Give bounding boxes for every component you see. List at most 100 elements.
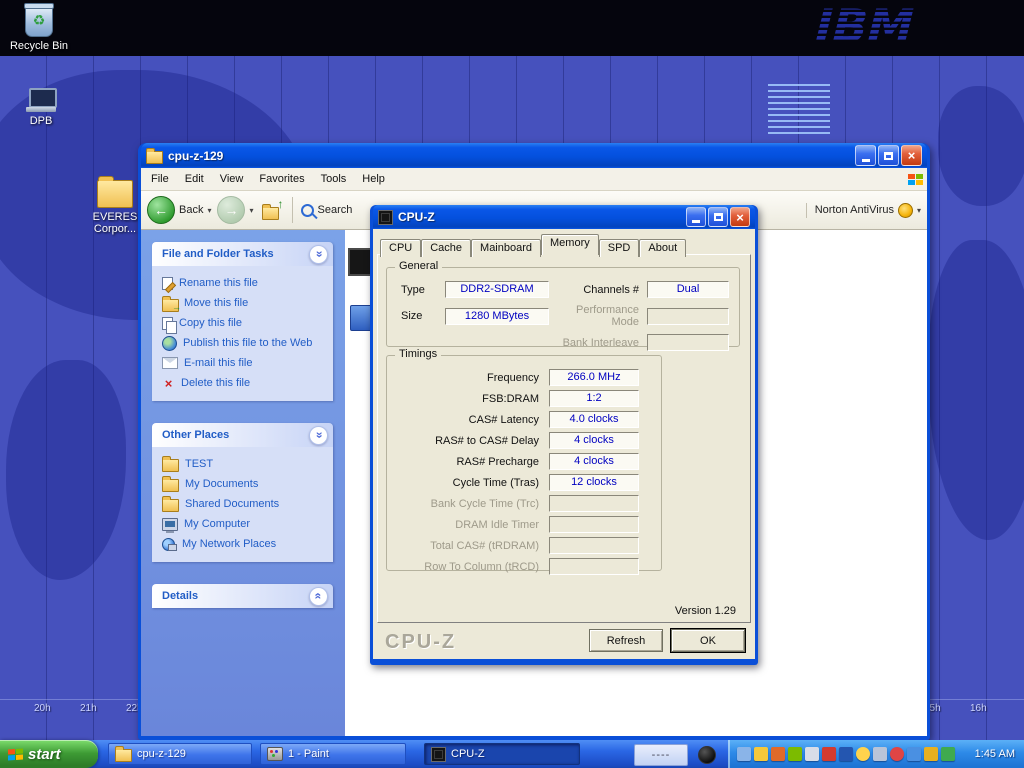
tray-icon[interactable] (890, 747, 904, 761)
tray-icon[interactable] (737, 747, 751, 761)
desktop-icon-recycle-bin[interactable]: Recycle Bin (6, 5, 72, 52)
tab-cache[interactable]: Cache (421, 239, 471, 257)
forward-dropdown-icon[interactable]: ▾ (249, 206, 253, 215)
cpuz-titlebar[interactable]: CPU-Z × (373, 205, 755, 229)
back-icon: ← (147, 196, 175, 224)
back-dropdown-icon[interactable]: ▾ (207, 206, 211, 215)
tab-memory[interactable]: Memory (541, 234, 599, 255)
maximize-button[interactable] (878, 145, 899, 166)
tray-icon[interactable] (856, 747, 870, 761)
menu-file[interactable]: File (143, 170, 177, 188)
forward-button[interactable]: → ▾ (217, 196, 253, 224)
up-button[interactable]: ↑ (260, 199, 284, 221)
chevron-down-icon[interactable]: « (309, 587, 328, 606)
folder-icon (115, 749, 132, 762)
menu-edit[interactable]: Edit (177, 170, 212, 188)
cpuz-tabs: CPU Cache Mainboard Memory SPD About (380, 233, 686, 255)
menu-help[interactable]: Help (354, 170, 393, 188)
folder-icon (97, 180, 133, 208)
taskbar-item-cpuz[interactable]: CPU-Z (424, 743, 580, 765)
taskbar-clock[interactable]: 1:45 AM (975, 748, 1015, 760)
chevron-up-icon[interactable]: « (309, 426, 328, 445)
norton-dropdown-icon[interactable]: ▾ (917, 206, 921, 215)
task-group-header[interactable]: Details « (152, 584, 333, 608)
menu-favorites[interactable]: Favorites (251, 170, 312, 188)
refresh-button[interactable]: Refresh (589, 629, 663, 652)
tray-icon[interactable] (805, 747, 819, 761)
place-test[interactable]: TEST (162, 454, 327, 474)
close-button[interactable]: × (730, 207, 750, 227)
task-email-file[interactable]: E-mail this file (162, 353, 327, 373)
desktop-icon-dpb[interactable]: DPB (8, 88, 74, 127)
timing-value: 4 clocks (549, 453, 639, 470)
channels-label: Channels # (557, 284, 639, 296)
search-label: Search (318, 204, 353, 216)
task-delete-file[interactable]: × Delete this file (162, 373, 327, 393)
tray-icon[interactable] (822, 747, 836, 761)
explorer-titlebar[interactable]: cpu-z-129 × (141, 143, 927, 168)
timing-label: CAS# Latency (387, 414, 549, 426)
laptop-icon (26, 88, 56, 112)
timing-label: Total CAS# (tRDRAM) (387, 540, 549, 552)
place-my-computer[interactable]: My Computer (162, 514, 327, 534)
chevron-up-icon[interactable]: « (309, 245, 328, 264)
timing-value: 12 clocks (549, 474, 639, 491)
task-group-header[interactable]: Other Places « (152, 423, 333, 447)
taskbar-item-paint[interactable]: 1 - Paint (260, 743, 406, 765)
taskbar-item-misc[interactable]: ---- (634, 744, 688, 766)
tray-icon[interactable] (907, 747, 921, 761)
place-my-documents[interactable]: My Documents (162, 474, 327, 494)
recycle-bin-icon (25, 5, 53, 37)
taskbar-app-icon[interactable] (698, 746, 716, 764)
place-label: My Computer (184, 518, 250, 530)
task-label: Publish this file to the Web (183, 337, 312, 349)
task-group-title: Other Places (162, 429, 229, 441)
task-move-file[interactable]: → Move this file (162, 293, 327, 313)
menu-tools[interactable]: Tools (313, 170, 355, 188)
timing-value: 4 clocks (549, 432, 639, 449)
place-my-network-places[interactable]: My Network Places (162, 534, 327, 554)
tray-icon[interactable] (839, 747, 853, 761)
tab-about[interactable]: About (639, 239, 686, 257)
task-copy-file[interactable]: Copy this file (162, 313, 327, 333)
tab-spd[interactable]: SPD (599, 239, 640, 257)
chip-icon (378, 210, 393, 225)
task-label: Move this file (184, 297, 248, 309)
minimize-button[interactable] (686, 207, 706, 227)
wallpaper-shape (938, 86, 1024, 206)
place-shared-documents[interactable]: Shared Documents (162, 494, 327, 514)
timing-row: Frequency 266.0 MHz (387, 369, 661, 386)
channels-value: Dual (647, 281, 729, 298)
task-label: Delete this file (181, 377, 250, 389)
tray-icon[interactable] (924, 747, 938, 761)
task-publish-file[interactable]: Publish this file to the Web (162, 333, 327, 353)
tab-mainboard[interactable]: Mainboard (471, 239, 541, 257)
start-button[interactable]: start (0, 740, 98, 768)
move-icon: → (162, 296, 178, 310)
ok-button[interactable]: OK (671, 629, 745, 652)
timezone-label: 21h (80, 703, 97, 714)
tray-icon[interactable] (873, 747, 887, 761)
tray-icon[interactable] (788, 747, 802, 761)
tray-icon[interactable] (754, 747, 768, 761)
tab-cpu[interactable]: CPU (380, 239, 421, 257)
norton-antivirus-control[interactable]: Norton AntiVirus ▾ (806, 203, 921, 218)
performance-mode-value (647, 308, 729, 325)
back-label: Back (179, 204, 203, 216)
menu-view[interactable]: View (212, 170, 252, 188)
timing-row: CAS# Latency 4.0 clocks (387, 411, 661, 428)
place-label: TEST (185, 458, 213, 470)
search-button[interactable]: Search (301, 204, 353, 217)
task-rename-file[interactable]: Rename this file (162, 273, 327, 293)
maximize-button[interactable] (708, 207, 728, 227)
tray-icon[interactable] (941, 747, 955, 761)
back-button[interactable]: ← Back ▾ (147, 196, 211, 224)
minimize-button[interactable] (855, 145, 876, 166)
timing-value: 1:2 (549, 390, 639, 407)
taskbar-item-cpu-z-129[interactable]: cpu-z-129 (108, 743, 252, 765)
close-button[interactable]: × (901, 145, 922, 166)
task-group-header[interactable]: File and Folder Tasks « (152, 242, 333, 266)
tray-icon[interactable] (771, 747, 785, 761)
file-icon[interactable] (350, 305, 372, 331)
wallpaper-stripes (768, 84, 830, 138)
